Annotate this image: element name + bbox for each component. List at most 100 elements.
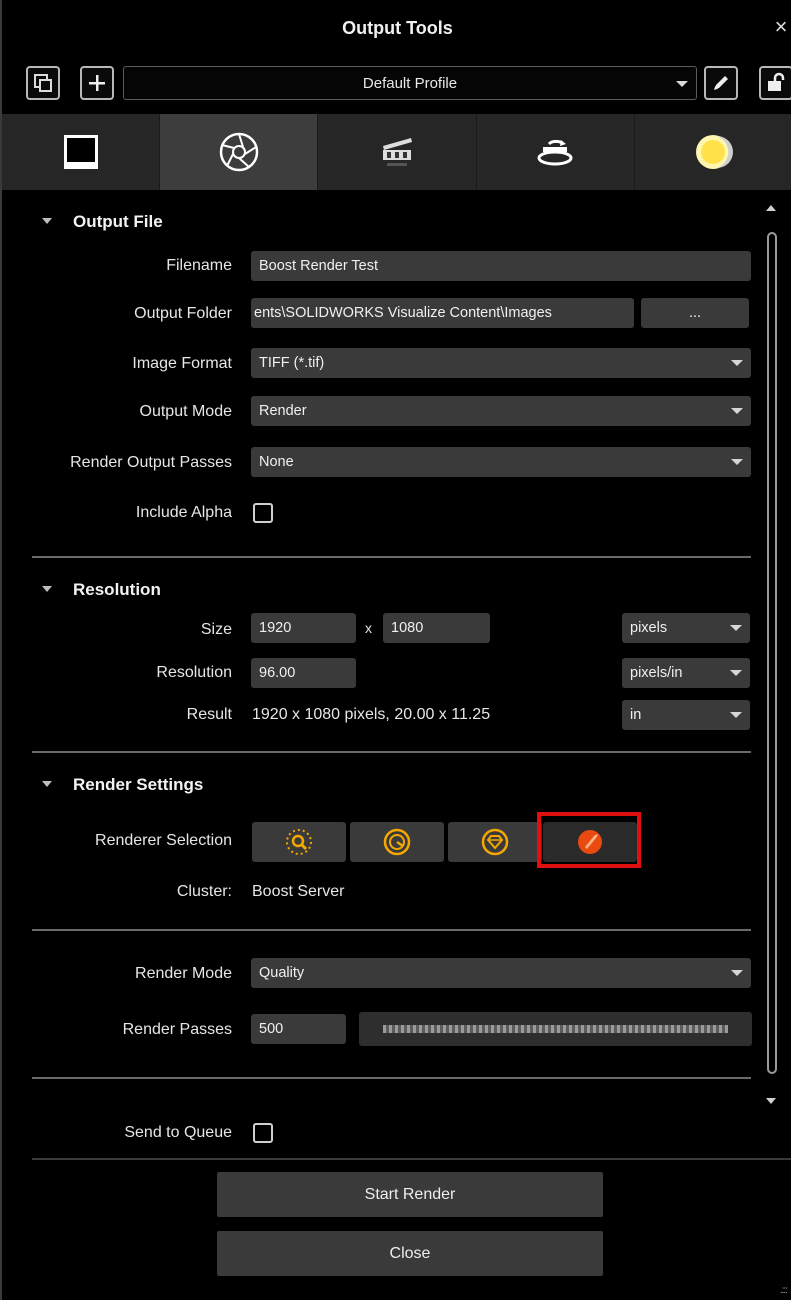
- render-output-passes-label: Render Output Passes: [70, 454, 232, 471]
- window-title: Output Tools: [342, 18, 453, 38]
- renderer-selection-label: Renderer Selection: [95, 832, 232, 849]
- tab-sunstudy[interactable]: [634, 114, 791, 190]
- accurate-renderer-icon: [481, 828, 509, 856]
- resolution-input[interactable]: 96.00: [251, 658, 356, 688]
- resolution-unit-dropdown[interactable]: pixels/in: [622, 658, 750, 688]
- aperture-icon: [219, 132, 259, 172]
- clapperboard-icon: [383, 138, 412, 166]
- render-passes-input[interactable]: 500: [251, 1014, 346, 1044]
- result-label: Result: [186, 706, 232, 723]
- collapse-triangle-icon: [42, 781, 52, 787]
- chevron-down-icon: [731, 408, 743, 414]
- output-mode-label: Output Mode: [139, 403, 233, 420]
- plus-icon: [89, 75, 105, 91]
- profile-toolbar: Default Profile: [2, 58, 791, 114]
- chevron-down-icon: [730, 712, 742, 718]
- tab-turntable[interactable]: [476, 114, 635, 190]
- collapse-triangle-icon: [42, 586, 52, 592]
- collapse-triangle-icon: [42, 218, 52, 224]
- size-separator: x: [365, 620, 372, 636]
- duplicate-profile-button[interactable]: [26, 66, 60, 100]
- size-label: Size: [200, 621, 232, 638]
- pencil-icon: [714, 76, 728, 90]
- height-input[interactable]: 1080: [383, 613, 490, 643]
- divider: [32, 929, 751, 931]
- section-resolution[interactable]: Resolution: [42, 580, 161, 600]
- image-format-label: Image Format: [132, 355, 232, 372]
- renderer-accurate-button[interactable]: [448, 822, 542, 862]
- section-title: Render Settings: [73, 775, 204, 794]
- tab-animation[interactable]: [318, 114, 477, 190]
- renderer-preview-button[interactable]: [252, 822, 346, 862]
- send-to-queue-checkbox[interactable]: [253, 1123, 273, 1143]
- resolution-unit-value: pixels/in: [630, 665, 683, 681]
- image-format-dropdown[interactable]: TIFF (*.tif): [251, 348, 751, 378]
- output-folder-label: Output Folder: [134, 305, 232, 322]
- include-alpha-checkbox[interactable]: [253, 503, 273, 523]
- profile-dropdown[interactable]: Default Profile: [123, 66, 697, 100]
- divider: [32, 1077, 751, 1079]
- chevron-down-icon: [731, 360, 743, 366]
- add-profile-button[interactable]: [80, 66, 114, 100]
- chevron-down-icon: [731, 459, 743, 465]
- cluster-label: Cluster:: [176, 883, 232, 900]
- render-output-passes-dropdown[interactable]: None: [251, 447, 751, 477]
- close-button[interactable]: Close: [217, 1231, 603, 1276]
- resize-grip-icon[interactable]: .:::: [780, 1285, 788, 1296]
- output-tabs: [2, 114, 791, 190]
- result-unit-dropdown[interactable]: in: [622, 700, 750, 730]
- profile-dropdown-value: Default Profile: [362, 75, 458, 92]
- divider: [32, 1158, 791, 1160]
- slider-track: [383, 1025, 728, 1033]
- edit-profile-button[interactable]: [704, 66, 738, 100]
- render-passes-slider[interactable]: [359, 1012, 752, 1046]
- scroll-up-icon[interactable]: [766, 205, 776, 211]
- filename-label: Filename: [166, 257, 232, 274]
- scroll-down-icon[interactable]: [766, 1098, 776, 1104]
- turntable-icon: [537, 139, 573, 166]
- size-unit-value: pixels: [630, 620, 668, 636]
- output-folder-input[interactable]: ents\SOLIDWORKS Visualize Content\Images: [251, 298, 634, 328]
- section-output-file[interactable]: Output File: [42, 212, 163, 232]
- result-unit-value: in: [630, 707, 642, 723]
- render-mode-dropdown[interactable]: Quality: [251, 958, 751, 988]
- start-render-button[interactable]: Start Render: [217, 1172, 603, 1217]
- chevron-down-icon: [731, 970, 743, 976]
- chevron-down-icon: [730, 625, 742, 631]
- tab-image[interactable]: [2, 114, 161, 190]
- chevron-down-icon: [676, 81, 688, 87]
- render-mode-label: Render Mode: [135, 965, 232, 982]
- scrollbar[interactable]: [767, 232, 777, 1074]
- divider: [32, 751, 751, 753]
- section-title: Output File: [73, 212, 163, 231]
- width-input[interactable]: 1920: [251, 613, 356, 643]
- divider: [32, 556, 751, 558]
- filename-input[interactable]: Boost Render Test: [251, 251, 751, 281]
- fast-renderer-icon: [383, 828, 411, 856]
- output-mode-value: Render: [259, 403, 307, 419]
- unlock-icon: [768, 72, 785, 91]
- preview-renderer-icon: [286, 829, 312, 855]
- output-mode-dropdown[interactable]: Render: [251, 396, 751, 426]
- resolution-label: Resolution: [156, 664, 232, 681]
- cluster-value: Boost Server: [252, 883, 345, 900]
- duplicate-icon: [34, 74, 52, 92]
- title-bar: Output Tools ×: [2, 0, 791, 58]
- render-output-passes-value: None: [259, 454, 294, 470]
- render-passes-label: Render Passes: [122, 1021, 232, 1038]
- result-value: 1920 x 1080 pixels, 20.00 x 11.25: [252, 706, 491, 723]
- close-icon[interactable]: ×: [771, 14, 791, 40]
- selection-highlight: [537, 812, 641, 868]
- send-to-queue-label: Send to Queue: [124, 1124, 232, 1141]
- browse-folder-button[interactable]: ...: [641, 298, 749, 328]
- lock-profile-button[interactable]: [759, 66, 791, 100]
- size-unit-dropdown[interactable]: pixels: [622, 613, 750, 643]
- output-tools-window: Output Tools × Default Profile Output Fi…: [0, 0, 791, 1300]
- image-format-value: TIFF (*.tif): [259, 355, 325, 371]
- chevron-down-icon: [730, 670, 742, 676]
- section-render-settings[interactable]: Render Settings: [42, 775, 203, 795]
- sun-moon-icon: [696, 135, 734, 169]
- renderer-fast-button[interactable]: [350, 822, 444, 862]
- tab-render[interactable]: [160, 114, 319, 190]
- section-title: Resolution: [73, 580, 161, 599]
